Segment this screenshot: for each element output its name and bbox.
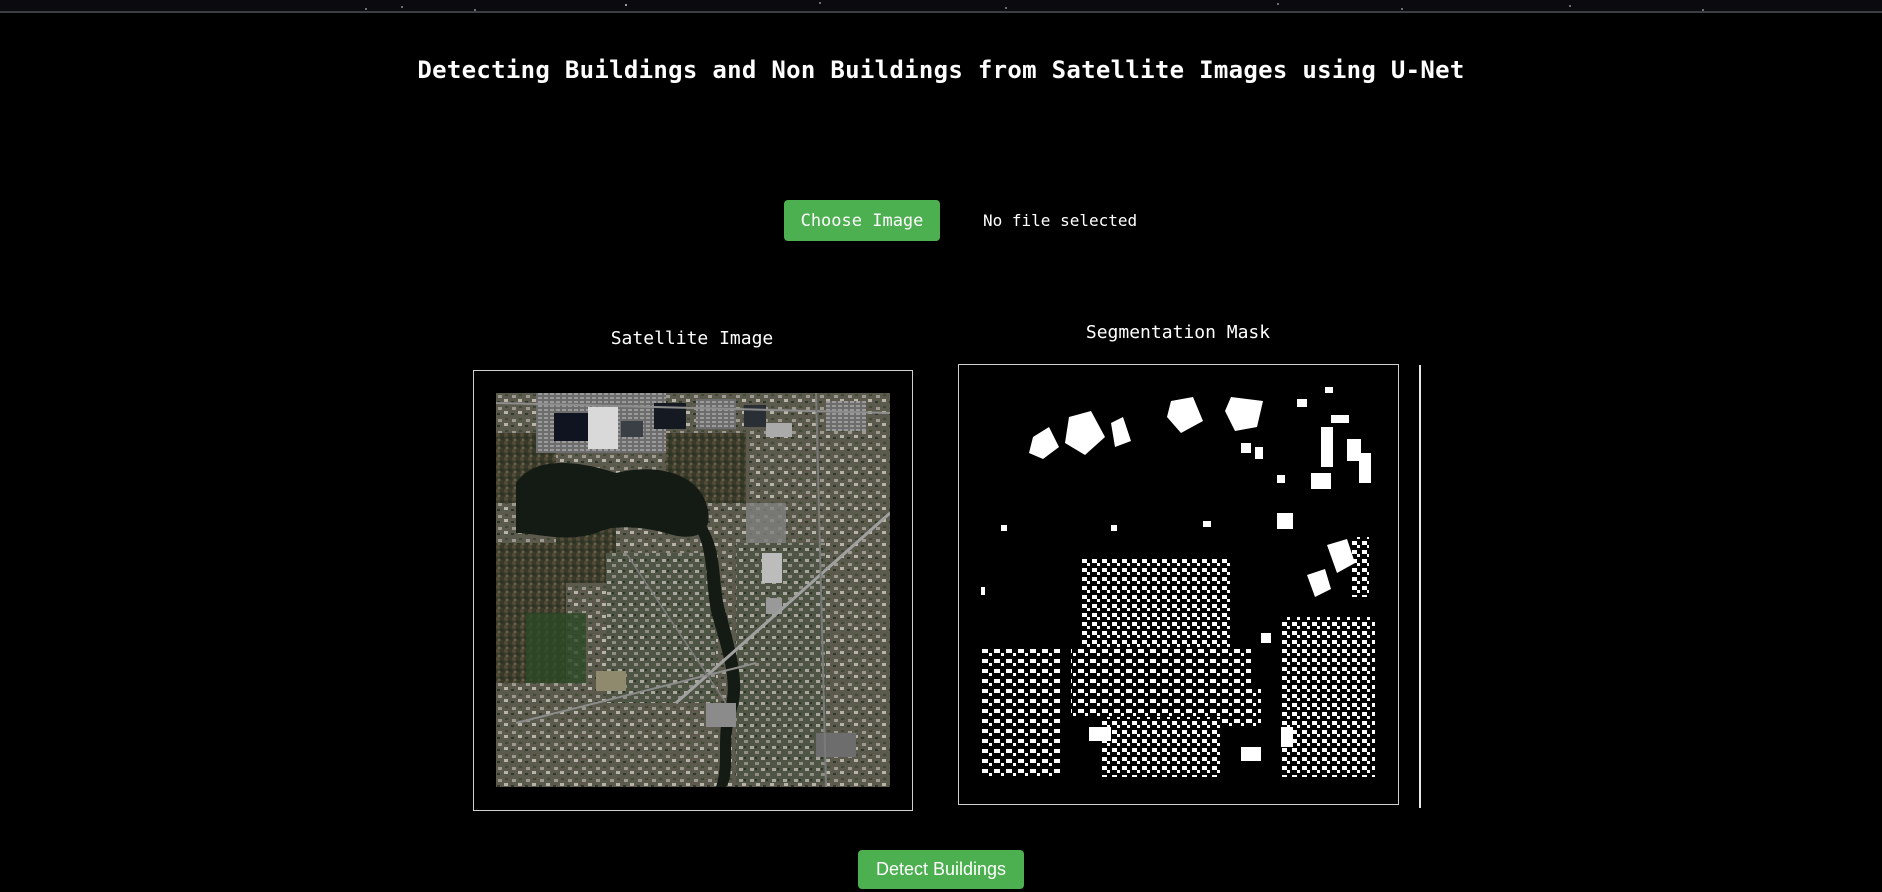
segmentation-mask <box>981 387 1375 781</box>
vertical-divider <box>1419 365 1421 808</box>
choose-image-button[interactable]: Choose Image <box>784 200 940 241</box>
page-title: Detecting Buildings and Non Buildings fr… <box>417 56 1465 84</box>
segmentation-mask-frame <box>958 364 1399 805</box>
satellite-image <box>496 393 890 787</box>
detect-buildings-button[interactable]: Detect Buildings <box>858 850 1024 889</box>
top-starfield-strip <box>0 0 1882 13</box>
satellite-image-frame <box>473 370 913 811</box>
file-status-text: No file selected <box>983 211 1138 230</box>
segmentation-mask-label: Segmentation Mask <box>1085 322 1271 343</box>
upload-row: Choose Image No file selected <box>784 200 1137 241</box>
satellite-image-label: Satellite Image <box>610 328 774 349</box>
